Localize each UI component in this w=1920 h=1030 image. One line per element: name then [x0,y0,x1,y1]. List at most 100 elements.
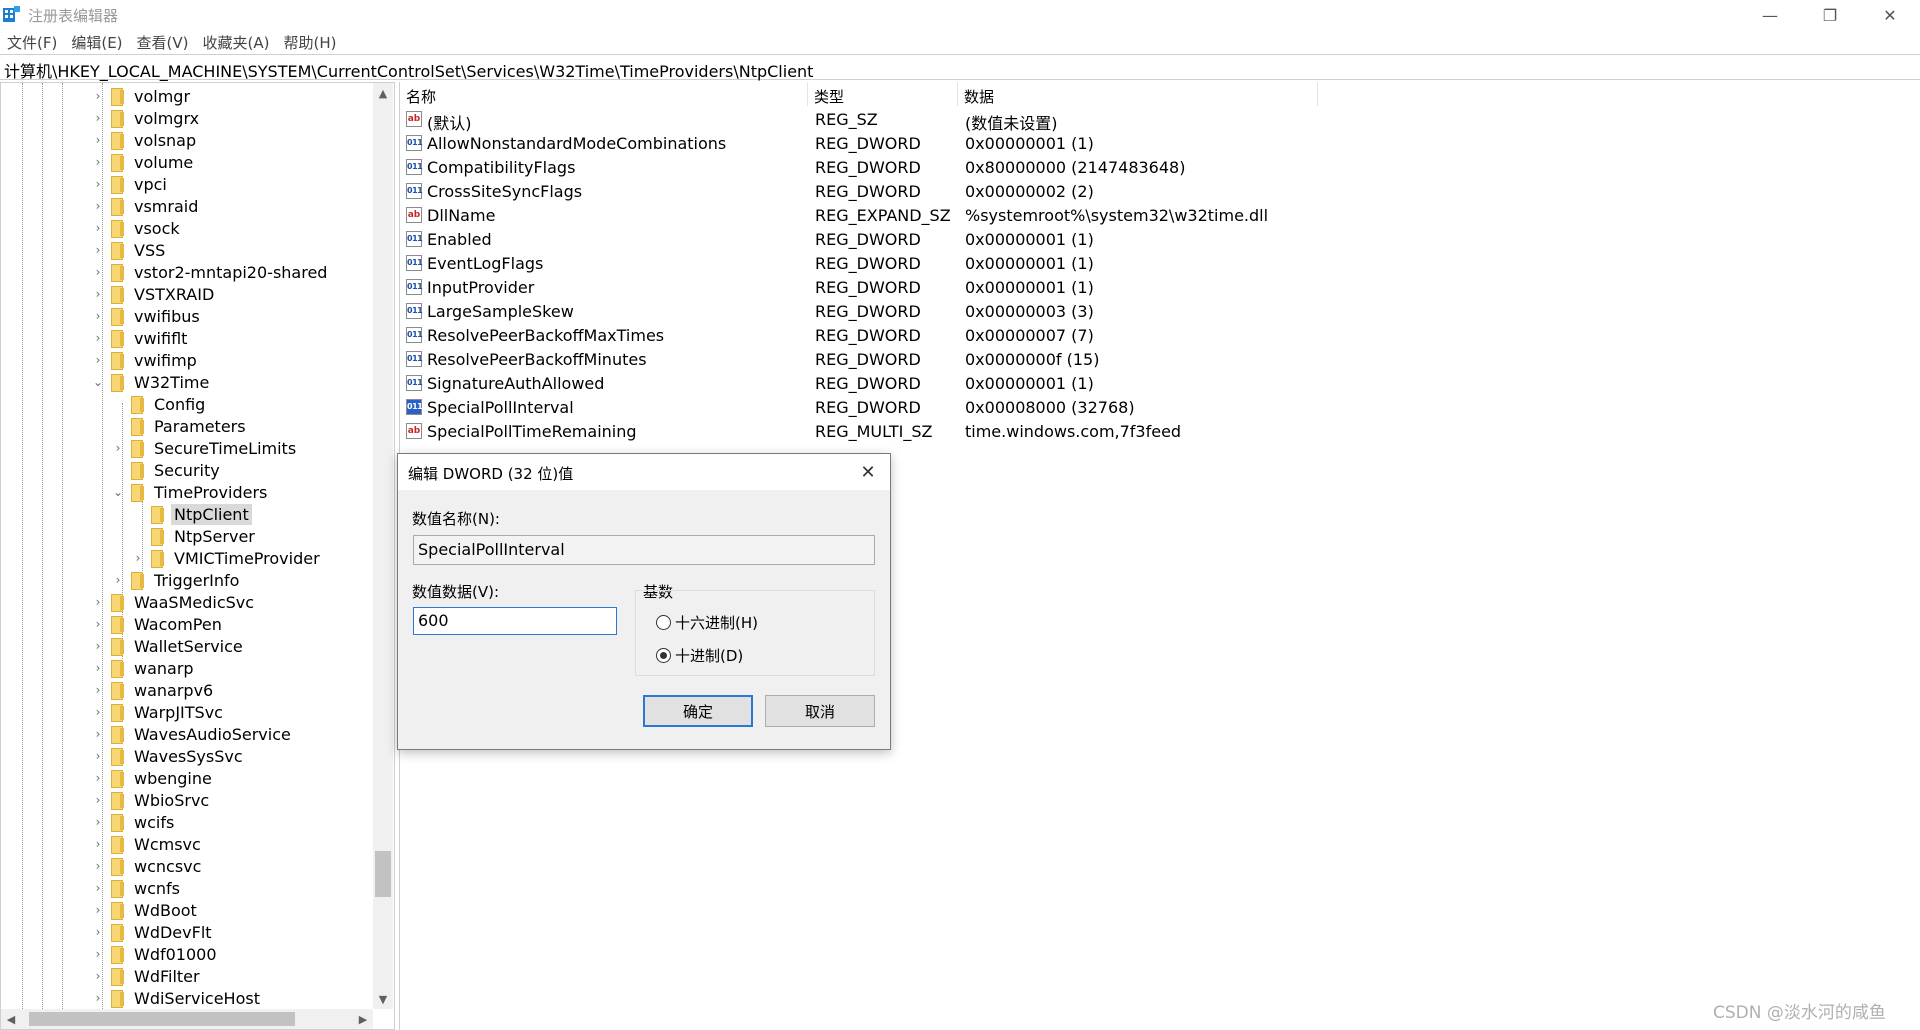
expand-chevron-icon[interactable]: › [91,987,105,1009]
menu-edit[interactable]: 编辑(E) [64,30,129,54]
tree-node[interactable]: › WacomPen [91,613,225,635]
tree-node[interactable]: › WalletService [91,635,246,657]
expand-chevron-icon[interactable]: › [91,877,105,899]
expand-chevron-icon[interactable]: › [91,657,105,679]
table-row[interactable]: 011 CrossSiteSyncFlags REG_DWORD 0x00000002… [400,180,1900,204]
expand-chevron-icon[interactable]: › [91,811,105,833]
hex-radio-button[interactable] [656,615,671,630]
expand-chevron-icon[interactable]: › [91,965,105,987]
table-row[interactable]: 011 LargeSampleSkew REG_DWORD 0x00000003 (3… [400,300,1900,324]
tree-node[interactable]: › WdFilter [91,965,203,987]
tree-node[interactable]: › VSTXRAID [91,283,217,305]
tree-node[interactable]: › vsock [91,217,183,239]
tree-node[interactable]: › SecureTimeLimits [111,437,299,459]
table-row[interactable]: 011 ResolvePeerBackoffMinutes REG_DWORD 0x0… [400,348,1900,372]
expand-chevron-icon[interactable]: › [91,921,105,943]
column-header-type[interactable]: 类型 [808,82,958,106]
tree-node[interactable]: › Wdf01000 [91,943,220,965]
table-row[interactable]: 011 SpecialPollInterval REG_DWORD 0x0000800… [400,396,1900,420]
menu-favorites[interactable]: 收藏夹(A) [196,30,277,54]
scrollbar-thumb[interactable] [29,1012,295,1026]
dialog-close-icon[interactable]: ✕ [853,458,883,486]
expand-chevron-icon[interactable]: › [91,899,105,921]
registry-tree-pane[interactable]: › volmgr › volmgrx › volsnap › volume › vpci › vsmr… [0,82,395,1030]
expand-chevron-icon[interactable]: › [91,107,105,129]
expand-chevron-icon[interactable]: › [91,635,105,657]
expand-chevron-icon[interactable]: › [91,591,105,613]
tree-node[interactable]: › vwifimp [91,349,200,371]
expand-chevron-icon[interactable]: › [91,85,105,107]
table-row[interactable]: ab DllName REG_EXPAND_SZ %systemroot%\syste… [400,204,1900,228]
tree-node[interactable]: › vpci [91,173,170,195]
expand-chevron-icon[interactable]: › [91,679,105,701]
tree-node[interactable]: › vwifibus [91,305,203,327]
tree-node[interactable]: › wcifs [91,811,177,833]
decimal-radio-button[interactable] [656,648,671,663]
scroll-right-icon[interactable]: ▶ [353,1009,373,1029]
tree-node[interactable]: › wcncsvc [91,855,204,877]
table-row[interactable]: ab SpecialPollTimeRemaining REG_MULTI_SZ ti… [400,420,1900,444]
scroll-left-icon[interactable]: ◀ [1,1009,21,1029]
address-bar[interactable]: 计算机\HKEY_LOCAL_MACHINE\SYSTEM\CurrentCon… [0,54,1920,81]
tree-node[interactable]: › vwififlt [91,327,190,349]
tree-node[interactable]: ⌄ W32Time [91,371,212,393]
tree-node[interactable]: › WdDevFlt [91,921,215,943]
expand-chevron-icon[interactable]: › [91,701,105,723]
tree-node[interactable]: › WarpJITSvc [91,701,226,723]
table-row[interactable]: 011 Enabled REG_DWORD 0x00000001 (1) [400,228,1900,252]
tree-node[interactable]: › WavesAudioService [91,723,294,745]
expand-chevron-icon[interactable]: › [91,173,105,195]
value-data-input[interactable]: 600 [413,607,617,635]
expand-chevron-icon[interactable]: › [111,569,125,591]
decimal-radio-option[interactable]: 十进制(D) [656,645,743,666]
expand-chevron-icon[interactable]: › [91,305,105,327]
tree-node[interactable]: › wanarp [91,657,197,679]
menu-help[interactable]: 帮助(H) [276,30,343,54]
table-row[interactable]: 011 CompatibilityFlags REG_DWORD 0x80000000… [400,156,1900,180]
column-header-name[interactable]: 名称 [400,82,808,106]
tree-node[interactable]: Security [111,459,223,481]
tree-node[interactable]: › WaaSMedicSvc [91,591,257,613]
expand-chevron-icon[interactable]: › [91,151,105,173]
tree-node[interactable]: › wcnfs [91,877,183,899]
expand-chevron-icon[interactable]: › [131,547,145,569]
tree-node[interactable]: › TriggerInfo [111,569,242,591]
value-name-field[interactable]: SpecialPollInterval [413,535,875,565]
expand-chevron-icon[interactable]: › [91,349,105,371]
tree-node[interactable]: › volmgrx [91,107,202,129]
scroll-up-icon[interactable]: ▲ [373,83,393,103]
expand-chevron-icon[interactable]: › [91,855,105,877]
tree-node[interactable]: Config [111,393,208,415]
table-row[interactable]: 011 AllowNonstandardModeCombinations REG_D… [400,132,1900,156]
tree-node[interactable]: › VSS [91,239,168,261]
expand-chevron-icon[interactable]: › [91,283,105,305]
minimize-button[interactable]: — [1740,0,1800,30]
expand-chevron-icon[interactable]: › [91,239,105,261]
expand-chevron-icon[interactable]: › [91,723,105,745]
tree-node[interactable]: › volsnap [91,129,199,151]
tree-node[interactable]: › vstor2-mntapi20-shared [91,261,330,283]
expand-chevron-icon[interactable]: › [111,437,125,459]
tree-node[interactable]: › volmgr [91,85,193,107]
expand-chevron-icon[interactable]: › [91,745,105,767]
tree-node[interactable]: › Wcmsvc [91,833,204,855]
tree-node[interactable]: › WavesSysSvc [91,745,246,767]
tree-node[interactable]: › VMICTimeProvider [131,547,323,569]
tree-node[interactable]: NtpServer [131,525,258,547]
hex-radio-option[interactable]: 十六进制(H) [656,612,758,633]
expand-chevron-icon[interactable]: › [91,261,105,283]
tree-horizontal-scrollbar[interactable]: ◀ ▶ [1,1009,373,1029]
tree-node[interactable]: › vsmraid [91,195,201,217]
restore-button[interactable]: ❐ [1800,0,1860,30]
expand-chevron-icon[interactable]: › [91,767,105,789]
ok-button[interactable]: 确定 [643,695,753,727]
column-header-data[interactable]: 数据 [958,82,1318,106]
tree-node[interactable]: ⌄ TimeProviders [111,481,270,503]
table-row[interactable]: 011 InputProvider REG_DWORD 0x00000001 (1) [400,276,1900,300]
expand-chevron-icon[interactable]: › [91,327,105,349]
table-row[interactable]: 011 EventLogFlags REG_DWORD 0x00000001 (1) [400,252,1900,276]
cancel-button[interactable]: 取消 [765,695,875,727]
menu-view[interactable]: 查看(V) [130,30,196,54]
tree-node[interactable]: Parameters [111,415,249,437]
tree-node[interactable]: › WdiServiceHost [91,987,263,1009]
